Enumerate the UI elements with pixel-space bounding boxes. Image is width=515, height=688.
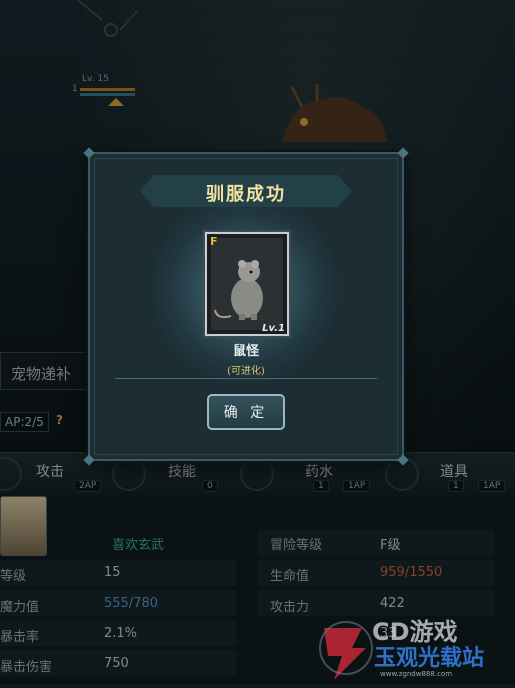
card-level: Lv.1 [262, 323, 285, 334]
rat-icon [214, 260, 263, 320]
dialog-title: 驯服成功 [206, 184, 286, 205]
confirm-button[interactable]: 确 定 [207, 394, 285, 430]
pet-evolvable-note: (可进化) [227, 366, 265, 377]
tame-success-dialog: 驯服成功 F Lv.1 鼠怪 (可进化) 确 定 [83, 147, 409, 466]
pet-name: 鼠怪 [232, 344, 259, 359]
card-rank: F [210, 235, 218, 248]
pet-card-art [211, 238, 283, 330]
divider [115, 378, 377, 379]
dialog-title-banner: 驯服成功 [140, 175, 352, 207]
watermark-url: www.zgndw888.com [380, 670, 453, 678]
pet-card: F Lv.1 [205, 232, 289, 336]
watermark-tagline: 玉观光载站 [374, 646, 485, 671]
